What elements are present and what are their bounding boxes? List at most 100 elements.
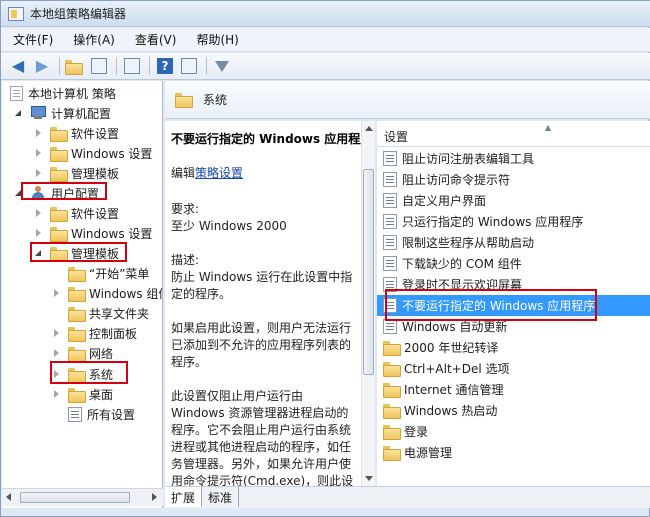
back-button[interactable]: ◀ xyxy=(7,56,29,76)
help-button[interactable]: ? xyxy=(154,56,176,76)
document-icon xyxy=(10,85,23,101)
tree-node-uc-software[interactable]: 软件设置 xyxy=(34,203,119,223)
menu-file[interactable]: 文件(F) xyxy=(1,31,63,48)
expand-toggle-icon[interactable] xyxy=(52,348,62,358)
list-item-label: Internet 通信管理 xyxy=(404,383,504,397)
expand-toggle-icon[interactable] xyxy=(52,328,62,338)
forward-button[interactable]: ▶ xyxy=(31,56,53,76)
list-item[interactable]: 阻止访问命令提示符 xyxy=(377,169,650,190)
list-item[interactable]: 电源管理 xyxy=(377,442,650,463)
tree-node-computer-config[interactable]: 计算机配置 xyxy=(14,103,111,123)
scroll-thumb[interactable] xyxy=(20,492,130,503)
column-header-setting[interactable]: 设置 ▲ xyxy=(377,121,650,147)
tree-label: Windows 设置 xyxy=(71,226,153,241)
folder-icon xyxy=(68,387,86,403)
folder-icon xyxy=(175,93,193,108)
folder-icon xyxy=(68,266,86,282)
tab-standard[interactable]: 标准 xyxy=(202,487,240,507)
export-list-button[interactable] xyxy=(121,56,143,76)
filter-button[interactable] xyxy=(211,56,233,76)
expand-toggle-icon[interactable] xyxy=(34,208,44,218)
menu-view[interactable]: 查看(V) xyxy=(125,31,187,48)
policy-tree: 本地计算机 策略 计算机配置 软件设置 Windows 设置 管理模板 用户配置 xyxy=(2,81,163,508)
tree-node-root[interactable]: 本地计算机 策略 xyxy=(10,83,116,103)
expand-toggle-icon[interactable] xyxy=(52,288,62,298)
pane-header: 系统 xyxy=(165,81,650,119)
tree-node-control-panel[interactable]: 控制面板 xyxy=(52,323,137,343)
list-item[interactable]: Internet 通信管理 xyxy=(377,379,650,400)
scroll-down-icon[interactable] xyxy=(365,476,373,481)
menu-help[interactable]: 帮助(H) xyxy=(186,31,248,48)
scroll-thumb[interactable] xyxy=(363,169,374,375)
tab-extended[interactable]: 扩展 xyxy=(165,487,203,507)
tree-node-shared-folders[interactable]: 共享文件夹 xyxy=(68,303,149,323)
list-item[interactable]: Windows 热启动 xyxy=(377,400,650,421)
folder-icon xyxy=(68,346,86,362)
properties-button[interactable] xyxy=(178,56,200,76)
annotation-box xyxy=(50,361,128,384)
expand-toggle-icon[interactable] xyxy=(34,148,44,158)
up-level-button[interactable] xyxy=(64,56,86,76)
list-item[interactable]: Ctrl+Alt+Del 选项 xyxy=(377,358,650,379)
list-item[interactable]: 2000 年世纪转译 xyxy=(377,337,650,358)
expand-toggle-icon[interactable] xyxy=(34,228,44,238)
tree-node-start-menu[interactable]: “开始”菜单 xyxy=(68,263,149,283)
gpedit-window: 本地组策略编辑器 文件(F) 操作(A) 查看(V) 帮助(H) ◀ ▶ ? 本… xyxy=(0,0,650,517)
setting-icon xyxy=(383,256,397,271)
tree-horizontal-scrollbar[interactable] xyxy=(2,488,163,506)
list-item[interactable]: 限制这些程序从帮助启动 xyxy=(377,232,650,253)
scroll-up-icon[interactable] xyxy=(365,126,373,131)
list-item[interactable]: 只运行指定的 Windows 应用程序 xyxy=(377,211,650,232)
folder-icon xyxy=(50,166,68,182)
description-title: 不要运行指定的 Windows 应用程序 xyxy=(171,132,373,146)
tree-node-desktop[interactable]: 桌面 xyxy=(52,384,113,404)
tree-label: 计算机配置 xyxy=(51,106,112,121)
list-item[interactable]: 阻止访问注册表编辑工具 xyxy=(377,148,650,169)
setting-icon xyxy=(383,193,397,208)
all-settings-icon xyxy=(68,406,82,422)
folder-icon xyxy=(50,126,68,142)
folder-icon xyxy=(383,362,401,377)
edit-prefix: 编辑 xyxy=(171,166,196,180)
description-line: 定的程序。 xyxy=(171,287,232,301)
edit-policy-link[interactable]: 策略设置 xyxy=(195,166,243,180)
folder-icon xyxy=(383,383,401,398)
tree-node-uc-windows[interactable]: Windows 设置 xyxy=(34,223,152,243)
tree-node-windows-components[interactable]: Windows 组件 xyxy=(52,283,162,303)
annotation-box xyxy=(30,242,127,262)
tree-node-network[interactable]: 网络 xyxy=(52,343,113,363)
description-vertical-scrollbar[interactable] xyxy=(361,121,375,486)
help-icon: ? xyxy=(157,58,173,74)
folder-icon xyxy=(68,286,86,302)
list-item[interactable]: 登录 xyxy=(377,421,650,442)
up-folder-icon xyxy=(64,59,83,75)
menu-action[interactable]: 操作(A) xyxy=(63,31,125,48)
list-item-label: 只运行指定的 Windows 应用程序 xyxy=(402,215,584,229)
show-tree-button[interactable] xyxy=(88,56,110,76)
tree-label: “开始”菜单 xyxy=(89,266,150,281)
tree-node-cc-software[interactable]: 软件设置 xyxy=(34,123,119,143)
expand-toggle-icon[interactable] xyxy=(52,389,62,399)
toolbar-divider xyxy=(206,57,207,75)
list-item[interactable]: 自定义用户界面 xyxy=(377,190,650,211)
view-tabs-bar: 扩展 标准 xyxy=(165,486,650,508)
toolbar-divider xyxy=(59,57,60,75)
tree-node-cc-windows[interactable]: Windows 设置 xyxy=(34,143,152,163)
settings-list: 设置 ▲ 阻止访问注册表编辑工具 阻止访问命令提示符 自定义用户界面只运行指定的 W… xyxy=(377,121,650,486)
expand-toggle-icon[interactable] xyxy=(14,108,24,118)
expand-toggle-icon[interactable] xyxy=(34,168,44,178)
requirements-label: 要求: xyxy=(171,202,200,216)
tree-node-all-settings[interactable]: 所有设置 xyxy=(68,404,135,424)
tree-node-cc-admin[interactable]: 管理模板 xyxy=(34,163,119,183)
tree-label: 网络 xyxy=(89,346,114,361)
filter-icon xyxy=(215,60,229,72)
requirements-value: 至少 Windows 2000 xyxy=(171,219,287,233)
scroll-right-icon[interactable] xyxy=(152,493,157,501)
folder-icon xyxy=(383,425,401,440)
gpedit-app-icon xyxy=(8,6,24,21)
expand-toggle-icon[interactable] xyxy=(34,128,44,138)
tree-label: Windows 设置 xyxy=(71,146,153,161)
tree-label: 共享文件夹 xyxy=(89,306,150,321)
scroll-left-icon[interactable] xyxy=(6,493,11,501)
list-item[interactable]: 下载缺少的 COM 组件 xyxy=(377,253,650,274)
